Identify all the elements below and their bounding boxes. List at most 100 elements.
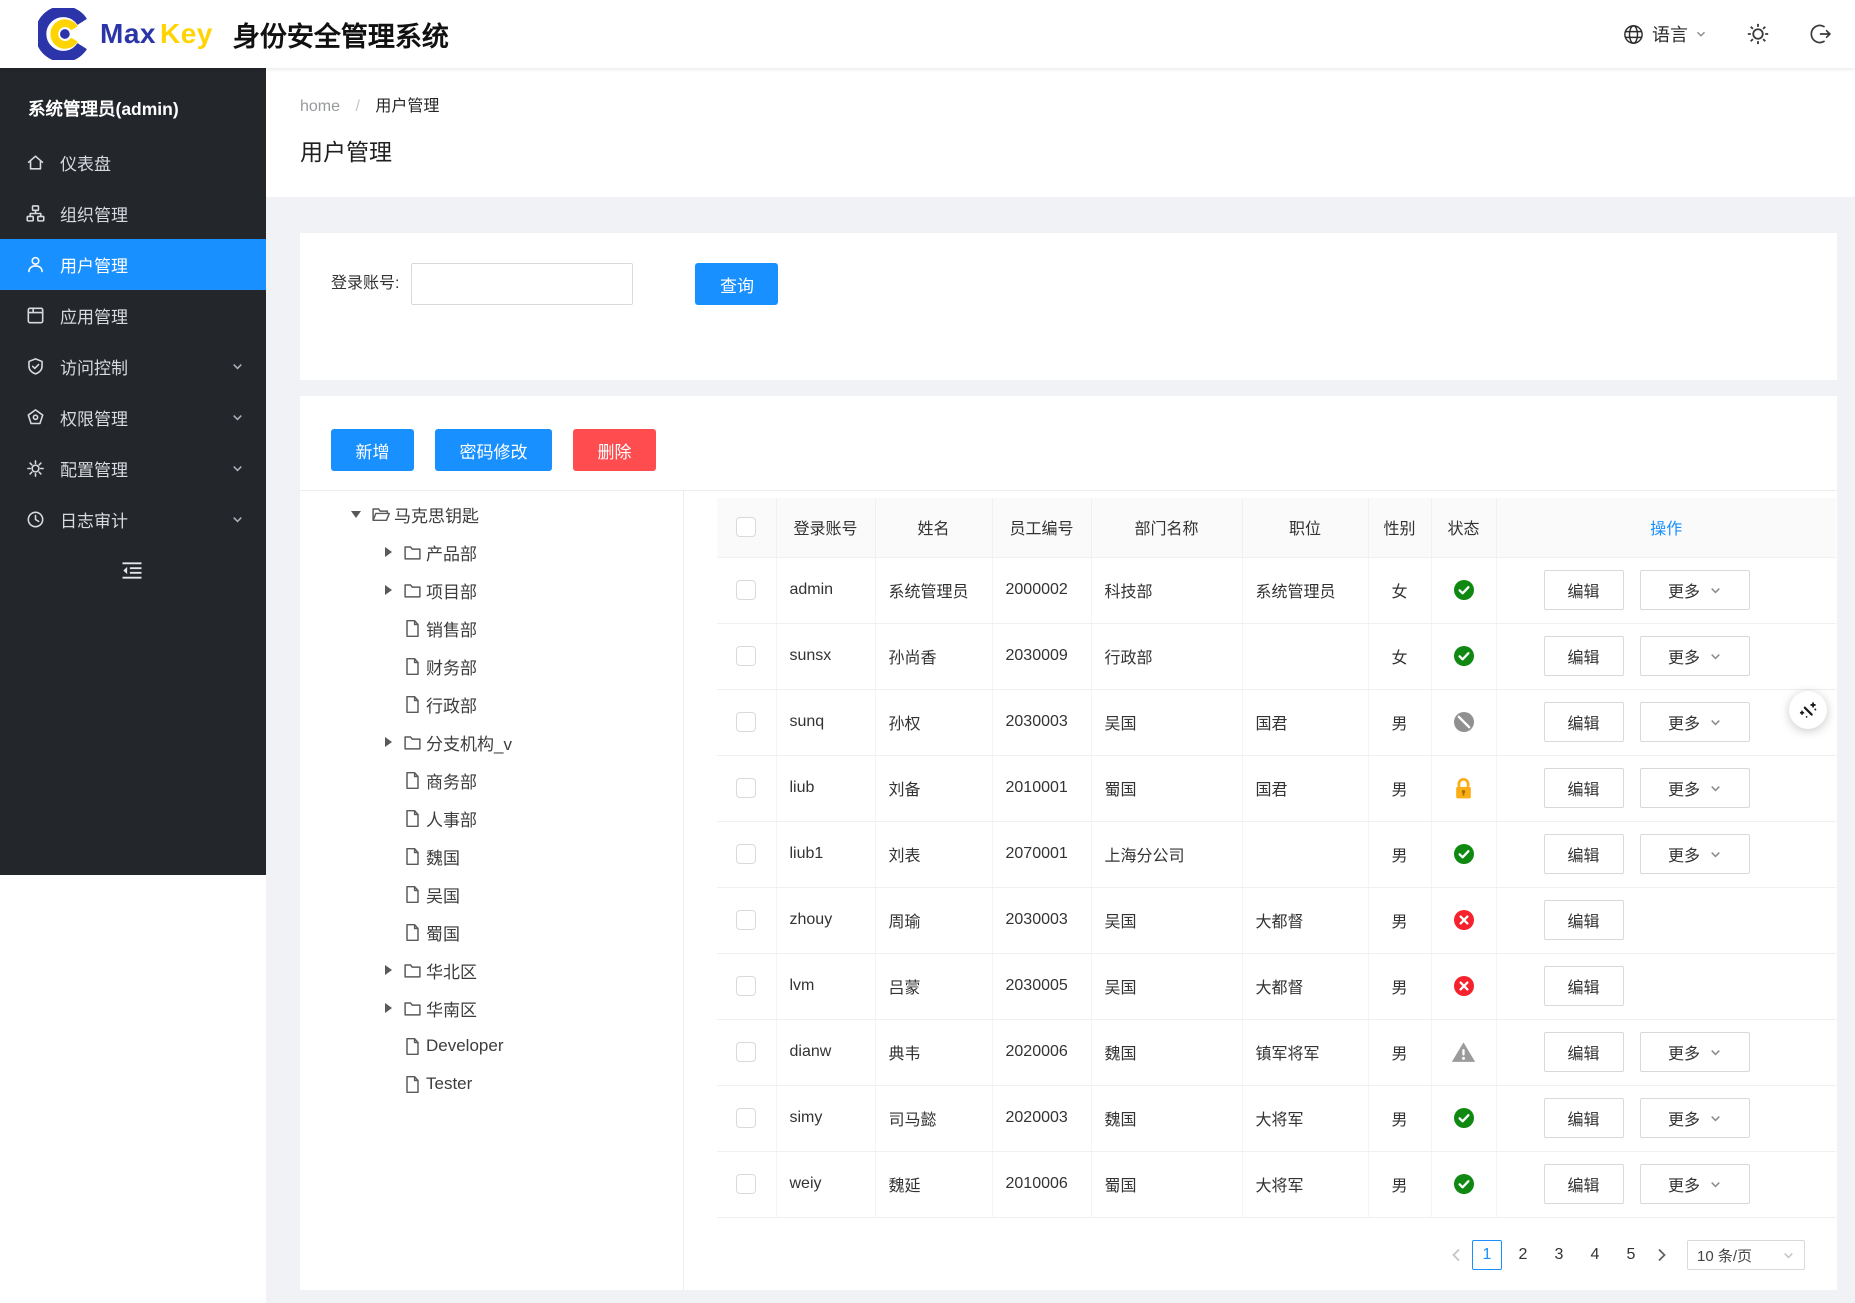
edit-button[interactable]: 编辑: [1544, 1098, 1624, 1138]
caret-right-icon[interactable]: [373, 547, 403, 557]
tree-node[interactable]: 华北区: [300, 951, 683, 989]
caret-right-icon[interactable]: [373, 1003, 403, 1013]
row-checkbox[interactable]: [736, 976, 756, 996]
row-checkbox[interactable]: [736, 778, 756, 798]
row-checkbox[interactable]: [736, 910, 756, 930]
query-button[interactable]: 查询: [695, 263, 778, 305]
tree-node[interactable]: Tester: [300, 1065, 683, 1103]
row-checkbox[interactable]: [736, 1174, 756, 1194]
tree-node[interactable]: 项目部: [300, 571, 683, 609]
tree-node[interactable]: 财务部: [300, 647, 683, 685]
breadcrumb-home[interactable]: home: [300, 98, 340, 115]
tree-node[interactable]: 华南区: [300, 989, 683, 1027]
cell-department: 上海分公司: [1091, 821, 1242, 887]
tree-node[interactable]: 蜀国: [300, 913, 683, 951]
chevron-down-icon: [1695, 28, 1707, 40]
row-checkbox[interactable]: [736, 580, 756, 600]
tree-node[interactable]: 产品部: [300, 533, 683, 571]
caret-right-icon[interactable]: [373, 737, 403, 747]
more-button[interactable]: 更多: [1640, 1164, 1750, 1204]
sidebar-item-user[interactable]: 用户管理: [0, 239, 266, 290]
tree-node[interactable]: 行政部: [300, 685, 683, 723]
edit-button[interactable]: 编辑: [1544, 636, 1624, 676]
gear-icon: [26, 459, 45, 478]
more-button[interactable]: 更多: [1640, 636, 1750, 676]
more-button[interactable]: 更多: [1640, 1032, 1750, 1072]
page-4[interactable]: 4: [1580, 1240, 1610, 1270]
caret-right-icon[interactable]: [373, 965, 403, 975]
more-button[interactable]: 更多: [1640, 702, 1750, 742]
tree-node[interactable]: 吴国: [300, 875, 683, 913]
sidebar-item-audit[interactable]: 日志审计: [0, 494, 266, 545]
edit-button[interactable]: 编辑: [1544, 966, 1624, 1006]
tree-node[interactable]: 人事部: [300, 799, 683, 837]
magic-wand-button[interactable]: [1789, 691, 1827, 729]
select-all-checkbox[interactable]: [736, 517, 756, 537]
delete-button[interactable]: 删除: [573, 429, 656, 471]
cell-account: sunsx: [776, 623, 875, 689]
folder-icon: [403, 581, 422, 600]
page-3[interactable]: 3: [1544, 1240, 1574, 1270]
language-menu[interactable]: 语言: [1622, 21, 1707, 47]
caret-right-icon[interactable]: [373, 585, 403, 595]
cell-employee-id: 2030003: [992, 689, 1091, 755]
sidebar-item-org[interactable]: 组织管理: [0, 188, 266, 239]
row-checkbox[interactable]: [736, 1042, 756, 1062]
cell-account: admin: [776, 557, 875, 623]
cell-account: liub: [776, 755, 875, 821]
more-button[interactable]: 更多: [1640, 768, 1750, 808]
row-checkbox[interactable]: [736, 844, 756, 864]
edit-button[interactable]: 编辑: [1544, 570, 1624, 610]
cell-department: 魏国: [1091, 1085, 1242, 1151]
edit-button[interactable]: 编辑: [1544, 834, 1624, 874]
status-warning-icon: [1451, 1041, 1476, 1063]
file-icon: [403, 619, 422, 638]
menu-fold-icon[interactable]: [120, 561, 144, 580]
sidebar-item-config[interactable]: 配置管理: [0, 443, 266, 494]
tree-node[interactable]: 商务部: [300, 761, 683, 799]
status-inactive-icon: [1453, 909, 1475, 931]
row-checkbox[interactable]: [736, 712, 756, 732]
cell-position: 大都督: [1242, 953, 1368, 1019]
row-checkbox[interactable]: [736, 646, 756, 666]
page-1[interactable]: 1: [1472, 1240, 1502, 1270]
edit-button[interactable]: 编辑: [1544, 900, 1624, 940]
add-button[interactable]: 新增: [331, 429, 414, 471]
tree-node[interactable]: 销售部: [300, 609, 683, 647]
next-page-icon[interactable]: [1649, 1240, 1675, 1270]
file-icon: [403, 923, 422, 942]
more-button[interactable]: 更多: [1640, 834, 1750, 874]
column-header: 操作: [1496, 498, 1836, 557]
caret-down-icon[interactable]: [341, 511, 371, 518]
more-button[interactable]: 更多: [1640, 570, 1750, 610]
tree-node[interactable]: Developer: [300, 1027, 683, 1065]
chevron-down-icon: [1709, 584, 1722, 597]
edit-button[interactable]: 编辑: [1544, 1164, 1624, 1204]
change-password-button[interactable]: 密码修改: [435, 429, 552, 471]
account-input[interactable]: [411, 263, 633, 305]
settings-gear-icon[interactable]: [1745, 21, 1771, 47]
table-row: weiy 魏延 2010006 蜀国 大将军 男 编辑 更多: [717, 1151, 1836, 1217]
chevron-down-icon: [1782, 1249, 1795, 1262]
chevron-down-icon: [1709, 1112, 1722, 1125]
page-5[interactable]: 5: [1616, 1240, 1646, 1270]
cell-gender: 男: [1368, 1151, 1431, 1217]
page-2[interactable]: 2: [1508, 1240, 1538, 1270]
sidebar-item-app[interactable]: 应用管理: [0, 290, 266, 341]
prev-page-icon[interactable]: [1443, 1240, 1469, 1270]
sidebar-item-permission[interactable]: 权限管理: [0, 392, 266, 443]
sidebar-item-dashboard[interactable]: 仪表盘: [0, 137, 266, 188]
folder-icon: [403, 999, 422, 1018]
tree-node[interactable]: 魏国: [300, 837, 683, 875]
more-button[interactable]: 更多: [1640, 1098, 1750, 1138]
edit-button[interactable]: 编辑: [1544, 702, 1624, 742]
cell-gender: 男: [1368, 887, 1431, 953]
sidebar-item-access[interactable]: 访问控制: [0, 341, 266, 392]
edit-button[interactable]: 编辑: [1544, 1032, 1624, 1072]
tree-node[interactable]: 马克思钥匙: [300, 495, 683, 533]
page-size-select[interactable]: 10 条/页: [1687, 1240, 1805, 1270]
row-checkbox[interactable]: [736, 1108, 756, 1128]
logout-icon[interactable]: [1809, 22, 1833, 46]
tree-node[interactable]: 分支机构_v: [300, 723, 683, 761]
edit-button[interactable]: 编辑: [1544, 768, 1624, 808]
